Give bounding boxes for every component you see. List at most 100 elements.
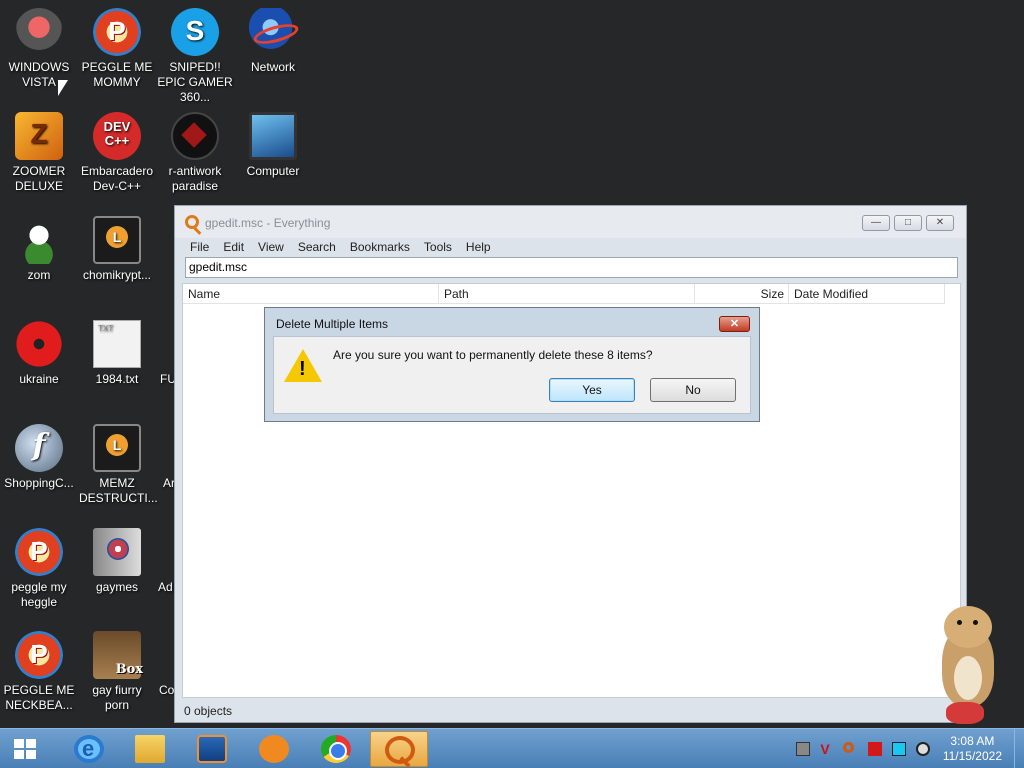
taskbar-chrome[interactable] [307,731,365,767]
column-size-label: Size [760,287,784,301]
desktop-icon-label: chomikrypt... [82,268,151,282]
start-button[interactable] [14,739,36,759]
window-title: gpedit.msc - Everything [205,216,331,230]
taskbar-clock[interactable]: 3:08 AM 11/15/2022 [943,734,1002,764]
menu-bookmarks[interactable]: Bookmarks [343,238,417,256]
everything-search-icon [185,215,199,229]
search-input[interactable]: gpedit.msc [185,257,958,278]
desktop-icon-label: ukraine [19,372,59,386]
desktop-icon-label: PEGGLE ME NECKBEA... [3,683,75,712]
desktop-icon-memz[interactable]: MEMZ DESTRUCTI... [79,424,158,506]
desktop-icon-antiwork[interactable]: r-antiwork paradise [157,112,233,194]
desktop-icon-peggle-me-mommy[interactable]: PEGGLE ME MOMMY [79,8,155,90]
chrome-icon [321,735,351,763]
tray-monitor-icon[interactable] [892,742,906,756]
menu-view[interactable]: View [251,238,291,256]
desktop-icon-gay-fiurry[interactable]: gay fiurry porn [79,631,155,713]
column-header-date-modified[interactable]: Date Modified [789,284,945,304]
show-desktop-button[interactable] [1014,729,1024,768]
desktop-icon-ukraine[interactable]: ukraine [1,320,77,387]
hamster-belly [954,656,982,700]
desktop-icon-label: Network [250,60,295,74]
desktop-icon-chomikrypt[interactable]: chomikrypt... [79,216,155,283]
menu-file[interactable]: File [183,238,216,256]
taskbar-internet-explorer[interactable] [60,731,118,767]
everything-window: gpedit.msc - Everything — □ ✕ File Edit … [174,205,967,723]
everything-search-icon [385,736,415,764]
maximize-button[interactable]: □ [894,215,922,231]
tray-volume-icon[interactable] [916,742,930,756]
yes-button[interactable]: Yes [549,378,635,402]
desktop-icon-windows-vista[interactable]: WINDOWS VISTA [1,8,77,90]
clock-time: 3:08 AM [950,734,995,748]
desktop-icon-zoomer-deluxe[interactable]: ZOOMER DELUXE [1,112,77,194]
desktop-icon-label: SNIPED!! EPIC GAMER 360... [157,60,233,104]
menu-tools[interactable]: Tools [417,238,459,256]
taskbar-everything[interactable] [370,731,428,767]
box-icon [93,631,143,679]
devcpp-icon [93,112,141,160]
tray-flag-icon[interactable] [868,742,882,756]
desktop-icon-computer[interactable]: Computer [235,112,311,179]
peggle-icon [15,528,63,576]
desktop-icon-label: zom [27,268,51,282]
desktop-icon-network[interactable]: Network [235,8,311,75]
desktop-icon-label: 1984.txt [95,372,139,386]
desktop-icon-shoppingc[interactable]: ShoppingC... [1,424,77,491]
windows-logo-icon [14,750,24,759]
desktop-icon-label: Computer [246,164,300,178]
menu-edit[interactable]: Edit [216,238,251,256]
zoomer-icon [15,112,63,160]
desktop-icon-label: ShoppingC... [4,476,74,490]
taskbar-uc-browser[interactable] [245,731,303,767]
no-button[interactable]: No [650,378,736,402]
desktop-icon-devcpp[interactable]: Embarcadero Dev-C++ [79,112,155,194]
desktop-icon-zom[interactable]: zom [1,216,77,283]
menu-help[interactable]: Help [459,238,498,256]
tray-antivirus-icon[interactable]: V [818,742,832,756]
desktop-icon-gaymes[interactable]: gaymes [79,528,155,595]
desktop-icon-label: gay fiurry porn [92,683,142,712]
dialog-message: Are you sure you want to permanently del… [333,348,653,362]
internet-explorer-icon [74,735,104,763]
music-folder-icon [93,528,141,576]
media-player-icon [197,735,227,763]
desktop-icon-label: r-antiwork paradise [168,164,222,193]
column-header-path[interactable]: Path [439,284,695,304]
desktop-icon-sniped[interactable]: SNIPED!! EPIC GAMER 360... [157,8,233,105]
column-header-name[interactable]: Name [183,284,439,304]
text-file-icon [93,320,141,368]
network-icon [249,8,297,56]
taskbar: V 3:08 AM 11/15/2022 [0,728,1024,768]
figure-image [946,702,984,724]
file-explorer-icon [135,735,165,763]
menu-search[interactable]: Search [291,238,343,256]
desktop-icon-peggle-me-neckbea[interactable]: PEGGLE ME NECKBEA... [1,631,77,713]
close-button[interactable]: ✕ [926,215,954,231]
delete-dialog: Delete Multiple Items ✕ Are you sure you… [264,307,760,422]
desktop-icon-1984-txt[interactable]: 1984.txt [79,320,155,387]
uc-browser-icon [259,735,289,763]
peggle-icon [15,631,63,679]
taskbar-file-explorer[interactable] [121,731,179,767]
flower-icon [15,216,63,264]
desktop-icon-label: peggle my heggle [11,580,67,609]
tray-app-icon[interactable] [796,742,810,756]
dialog-title: Delete Multiple Items [276,317,389,331]
window-title-bar[interactable]: gpedit.msc - Everything — □ ✕ [175,206,966,238]
clock-date: 11/15/2022 [942,749,1002,763]
dialog-body: Are you sure you want to permanently del… [273,336,751,414]
taskbar-media-player[interactable] [183,731,241,767]
desktop-icon-label: ZOOMER DELUXE [12,164,66,193]
desktop-icon-peggle-my-heggle[interactable]: peggle my heggle [1,528,77,610]
document-clock-icon [93,216,141,264]
minimize-button[interactable]: — [862,215,890,231]
status-bar-text: 0 objects [184,704,233,718]
windows-logo-icon [26,739,36,748]
hamster-head [944,606,992,648]
dialog-close-button[interactable]: ✕ [719,316,750,332]
column-header-size[interactable]: Size [695,284,789,304]
peggle-icon [93,8,141,56]
tray-search-icon[interactable] [843,742,854,753]
mouse-cursor [58,80,68,96]
